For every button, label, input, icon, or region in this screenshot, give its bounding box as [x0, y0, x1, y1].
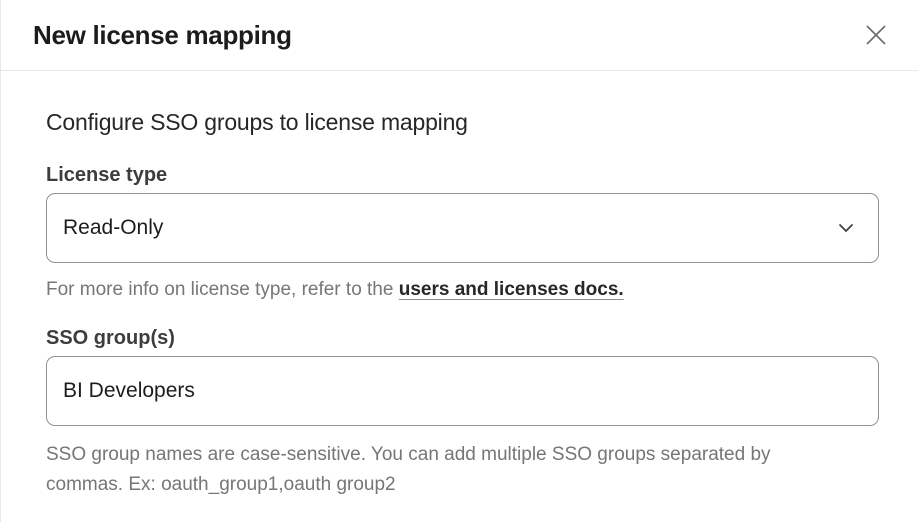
sso-groups-label: SSO group(s) [46, 326, 878, 350]
close-icon [863, 22, 889, 48]
license-type-help-text: For more info on license type, refer to … [46, 277, 878, 303]
close-button[interactable] [860, 19, 892, 51]
modal-title: New license mapping [33, 20, 292, 51]
license-type-select[interactable]: Read-Only [46, 193, 879, 263]
license-type-help-prefix: For more info on license type, refer to … [46, 279, 399, 300]
sso-groups-input[interactable] [46, 356, 879, 426]
license-type-selected-value: Read-Only [63, 216, 163, 240]
section-heading: Configure SSO groups to license mapping [46, 108, 878, 136]
chevron-down-icon [838, 223, 854, 233]
modal-body: Configure SSO groups to license mapping … [1, 108, 918, 500]
modal-header: New license mapping [1, 0, 918, 71]
license-type-label: License type [46, 163, 878, 187]
new-license-mapping-modal: New license mapping Configure SSO groups… [0, 0, 918, 522]
sso-groups-help-text: SSO group names are case-sensitive. You … [46, 440, 826, 500]
users-and-licenses-docs-link[interactable]: users and licenses docs. [399, 279, 624, 300]
